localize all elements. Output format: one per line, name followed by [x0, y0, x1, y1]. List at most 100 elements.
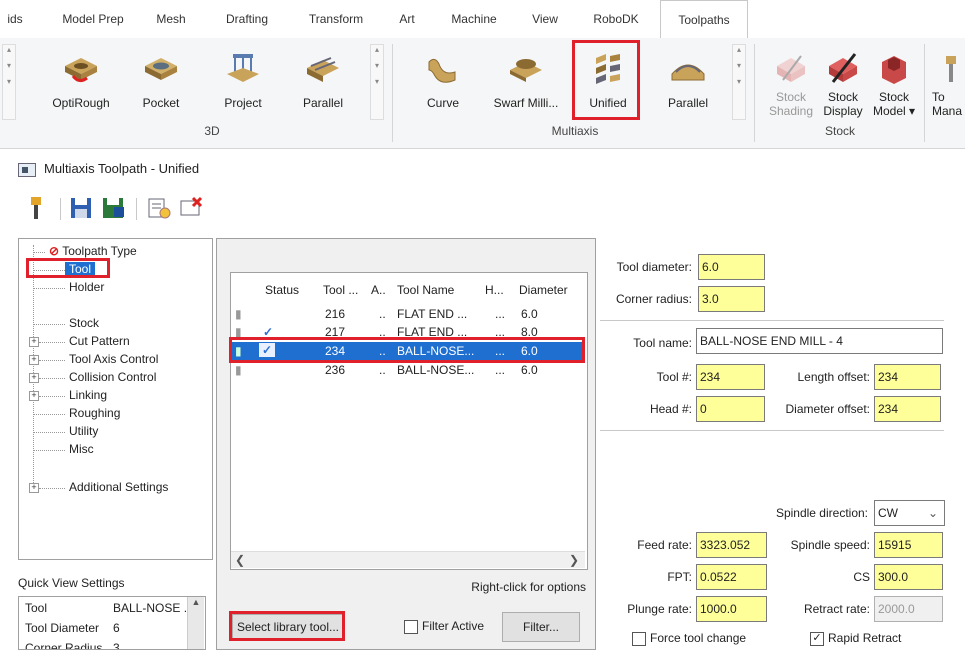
- tab-machine[interactable]: Machine: [440, 0, 508, 38]
- tree-item-tool-axis-control[interactable]: Tool Axis Control: [69, 352, 158, 366]
- fpt-field[interactable]: 0.0522: [696, 564, 767, 590]
- head-number-field[interactable]: 0: [696, 396, 765, 422]
- tab-mesh[interactable]: Mesh: [142, 0, 200, 38]
- tree-guide: [33, 245, 34, 493]
- select-library-tool-button[interactable]: Select library tool...: [232, 614, 344, 640]
- tool-number-cell: 216: [325, 307, 346, 321]
- table-row[interactable]: ▮ ✓ 217 .. FLAT END ... ... 8.0: [231, 323, 585, 341]
- properties-icon[interactable]: [146, 195, 172, 221]
- stock-model-button[interactable]: Stock Model ▾: [868, 48, 920, 126]
- ribbon-3d-scroll[interactable]: ▴ ▾ ▾: [370, 44, 384, 120]
- stock-display-label: Stock Display: [823, 90, 863, 118]
- project-button[interactable]: Project: [210, 48, 276, 126]
- tree-item-additional-settings[interactable]: Additional Settings: [69, 480, 168, 494]
- tab-drafting[interactable]: Drafting: [214, 0, 280, 38]
- tool-number-field[interactable]: 234: [696, 364, 765, 390]
- expand-icon[interactable]: +: [29, 337, 39, 347]
- plunge-rate-label: Plunge rate:: [627, 602, 692, 616]
- chevron-up-icon: ▴: [736, 45, 741, 54]
- length-offset-field[interactable]: 234: [874, 364, 941, 390]
- tab-solids[interactable]: ids: [0, 0, 30, 38]
- cs-field[interactable]: 300.0: [874, 564, 943, 590]
- quick-view-value: 3: [113, 641, 120, 650]
- ribbon-scroll-left[interactable]: ▴ ▾ ▾: [2, 44, 16, 120]
- tool-list[interactable]: Status Tool ... A.. Tool Name H... Diame…: [230, 272, 588, 570]
- tab-robodk[interactable]: RoboDK: [584, 0, 648, 38]
- col-header-h[interactable]: H...: [485, 283, 504, 297]
- tree-item-linking[interactable]: Linking: [69, 388, 107, 402]
- swarf-milling-button[interactable]: Swarf Milli...: [486, 48, 566, 126]
- quick-view-scrollbar[interactable]: ▲: [187, 597, 204, 649]
- parallel-3d-button[interactable]: Parallel: [290, 48, 356, 126]
- invalid-icon: ⊘: [49, 244, 60, 258]
- h-cell: ...: [495, 344, 506, 358]
- tree-connector: [33, 270, 65, 271]
- feed-rate-field[interactable]: 3323.052: [696, 532, 767, 558]
- table-row-selected[interactable]: ▮ ✓ 234 .. BALL-NOSE... ... 6.0: [231, 342, 585, 360]
- ribbon-multiaxis-scroll[interactable]: ▴ ▾ ▾: [732, 44, 746, 120]
- stock-display-button[interactable]: Stock Display: [818, 48, 868, 126]
- tab-view[interactable]: View: [522, 0, 568, 38]
- head-number-label: Head #:: [649, 402, 692, 416]
- filter-active-checkbox[interactable]: [404, 620, 418, 634]
- save-icon[interactable]: [68, 195, 94, 221]
- tool-holder-icon[interactable]: [24, 195, 50, 221]
- expand-icon[interactable]: +: [29, 373, 39, 383]
- tool-diameter-field[interactable]: 6.0: [698, 254, 765, 280]
- table-row[interactable]: ▮ 216 .. FLAT END ... ... 6.0: [231, 305, 585, 323]
- corner-radius-field[interactable]: 3.0: [698, 286, 765, 312]
- chevron-right-icon[interactable]: ❯: [569, 553, 579, 567]
- tab-model-prep[interactable]: Model Prep: [50, 0, 136, 38]
- rapid-retract-checkbox[interactable]: ✓: [810, 632, 824, 646]
- group-separator: [392, 44, 393, 142]
- tab-toolpaths[interactable]: Toolpaths: [660, 0, 748, 40]
- force-tool-change-checkbox[interactable]: [632, 632, 646, 646]
- tree-item-misc[interactable]: Misc: [69, 442, 94, 456]
- curve-icon: [423, 52, 463, 86]
- col-header-a[interactable]: A..: [371, 283, 386, 297]
- delete-icon[interactable]: [178, 195, 204, 221]
- col-header-tool[interactable]: Tool ...: [323, 283, 358, 297]
- swarf-milling-label: Swarf Milli...: [493, 96, 559, 110]
- tree-item-toolpath-type[interactable]: ⊘ Toolpath Type: [49, 244, 137, 258]
- parallel-multiaxis-button[interactable]: Parallel: [656, 48, 720, 126]
- curve-button[interactable]: Curve: [410, 48, 476, 126]
- unified-button[interactable]: Unified: [578, 48, 638, 126]
- plunge-rate-field[interactable]: 1000.0: [696, 596, 767, 622]
- col-header-tool-name[interactable]: Tool Name: [397, 283, 454, 297]
- tree-item-collision-control[interactable]: Collision Control: [69, 370, 156, 384]
- a-cell: ..: [379, 344, 386, 358]
- pocket-icon: [141, 52, 181, 86]
- optirough-button[interactable]: OptiRough: [46, 48, 116, 126]
- tree-item-roughing[interactable]: Roughing: [69, 406, 120, 420]
- tree-item-tool[interactable]: Tool: [65, 262, 96, 276]
- diameter-offset-field[interactable]: 234: [874, 396, 941, 422]
- tool-name-field[interactable]: BALL-NOSE END MILL - 4: [696, 328, 943, 354]
- spindle-speed-field[interactable]: 15915: [874, 532, 943, 558]
- stock-shading-button[interactable]: Stock Shading: [764, 48, 818, 126]
- col-header-status[interactable]: Status: [265, 283, 299, 297]
- spindle-direction-select[interactable]: CW ⌄: [874, 500, 945, 526]
- tree-item-utility[interactable]: Utility: [69, 424, 98, 438]
- expand-icon[interactable]: +: [29, 483, 39, 493]
- pocket-button[interactable]: Pocket: [126, 48, 196, 126]
- tool-list-hscrollbar[interactable]: ❮ ❯: [231, 551, 585, 568]
- expand-icon[interactable]: +: [29, 391, 39, 401]
- quick-view-key: Corner Radius: [25, 641, 103, 650]
- tree-item-stock[interactable]: Stock: [69, 316, 99, 330]
- more-icon: ▾: [6, 77, 11, 86]
- tree-item-holder[interactable]: Holder: [69, 280, 104, 294]
- filter-button[interactable]: Filter...: [502, 612, 580, 642]
- tree-connector: [39, 488, 65, 489]
- tool-manager-button[interactable]: To Mana: [926, 48, 965, 126]
- tab-art[interactable]: Art: [392, 0, 422, 38]
- save-as-icon[interactable]: [100, 195, 126, 221]
- chevron-left-icon[interactable]: ❮: [235, 553, 245, 567]
- tool-manager-icon: [934, 52, 964, 86]
- tab-transform[interactable]: Transform: [298, 0, 374, 38]
- tree-item-cut-pattern[interactable]: Cut Pattern: [69, 334, 130, 348]
- col-header-diameter[interactable]: Diameter: [519, 283, 568, 297]
- table-row[interactable]: ▮ 236 .. BALL-NOSE... ... 6.0: [231, 361, 585, 379]
- expand-icon[interactable]: +: [29, 355, 39, 365]
- toolbar-separator: [60, 198, 61, 220]
